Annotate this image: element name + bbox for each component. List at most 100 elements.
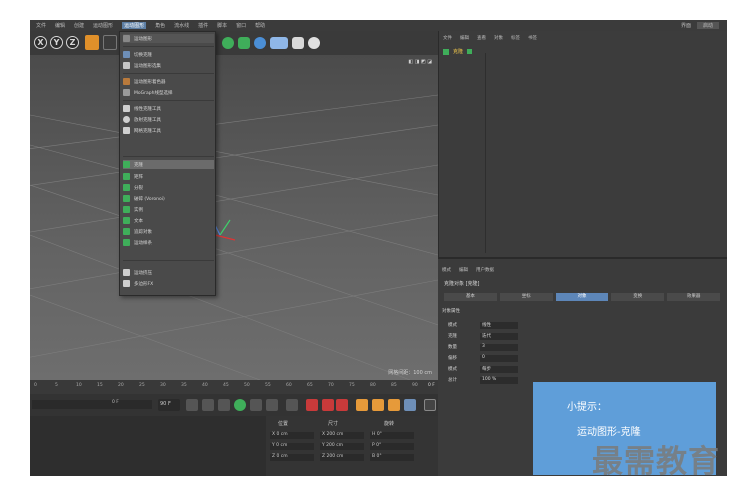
menu-help[interactable]: 帮助 [255,22,265,29]
menu-item-toggle-clone[interactable]: 切换克隆 [123,50,214,59]
menu-item-text[interactable]: 文本 [123,216,214,225]
z-axis-lock-button[interactable]: Z [66,36,79,49]
menu-create[interactable]: 创建 [74,22,84,29]
menu-window[interactable]: 窗口 [236,22,246,29]
subdivision-icon[interactable] [238,37,250,49]
timeline-tick: 25 [139,383,145,388]
menu-item-grid-clone-tool[interactable]: 网格克隆工具 [123,126,214,135]
rotation-header: 旋转 [384,421,395,427]
objmgr-menu-tags[interactable]: 标签 [511,35,520,41]
total-field[interactable]: 100 % [480,376,518,384]
auto-key-icon[interactable] [322,399,334,411]
menu-item-polyfx[interactable]: 多边形FX [123,279,214,288]
menu-character[interactable]: 角色 [155,22,165,29]
timeline-tick: 55 [265,383,271,388]
key-selection-icon[interactable] [336,399,348,411]
menu-item-label: 运动挤压 [134,270,152,276]
menu-file[interactable]: 文件 [36,22,46,29]
coordinate-system-icon[interactable] [85,35,99,50]
objmgr-menu-file[interactable]: 文件 [443,35,452,41]
attr-menu-userdata[interactable]: 用户数据 [476,267,494,273]
cube-primitive-icon[interactable] [222,37,234,49]
menu-mograph-1[interactable]: 运动图形 [93,22,113,29]
tab-object[interactable]: 对象 [555,293,609,301]
menu-edit[interactable]: 编辑 [55,22,65,29]
play-icon[interactable] [234,399,246,411]
menu-item-mospline[interactable]: 运动样条 [123,238,214,247]
menu-pipeline[interactable]: 流水线 [174,22,189,29]
objmgr-menu-objects[interactable]: 对象 [494,35,503,41]
menu-item-linear-select[interactable]: MoGraph线型选择 [123,88,214,97]
step-mode-select[interactable]: 每步 [480,365,518,373]
attr-menu-mode[interactable]: 模式 [442,267,451,273]
visibility-dot-icon[interactable] [467,49,473,54]
menu-item-mograph-shader[interactable]: 运动图形着色器 [123,77,214,86]
go-to-start-icon[interactable] [186,399,198,411]
position-z-field[interactable]: Z 0 cm [270,454,314,461]
deformer-icon[interactable] [254,37,266,49]
objmgr-menu-view[interactable]: 查看 [477,35,486,41]
rotation-h-field[interactable]: H 0° [370,432,414,439]
clones-select[interactable]: 迭代 [480,332,518,340]
position-y-field[interactable]: Y 0 cm [270,443,314,450]
position-x-field[interactable]: X 0 cm [270,432,314,439]
objmgr-menu-edit[interactable]: 编辑 [460,35,469,41]
attr-menu-edit[interactable]: 编辑 [459,267,468,273]
dropdown-header-label: 运动图形 [134,36,152,42]
rotation-p-field[interactable]: P 0° [370,443,414,450]
material-manager[interactable] [30,416,266,476]
tab-transform[interactable]: 变换 [611,293,665,301]
size-y-field[interactable]: Y 200 cm [320,443,364,450]
scale-key-icon[interactable] [372,399,384,411]
floor-icon[interactable] [270,37,288,49]
light-icon[interactable] [308,37,320,49]
menu-item-radial-clone-tool[interactable]: 放射克隆工具 [123,115,214,124]
object-row-cloner[interactable]: 克隆 [443,48,473,55]
x-axis-lock-button[interactable]: X [34,36,47,49]
menu-item-moextrude[interactable]: 运动挤压 [123,268,214,277]
next-key-icon[interactable] [266,399,278,411]
menu-mograph[interactable]: 运动图形 [122,22,147,29]
timeline-ruler[interactable]: 0 5 10 15 20 25 30 35 40 45 50 55 60 65 … [30,380,438,394]
camera-icon[interactable] [292,37,304,49]
timeline-menu-icon[interactable] [424,399,436,411]
menu-item-matrix[interactable]: 矩阵 [123,172,214,181]
menu-item-linear-clone-tool[interactable]: 线性克隆工具 [123,104,214,113]
dropdown-header[interactable]: 运动图形 [123,34,214,43]
3d-viewport[interactable]: ◧ ◨ ◩ ◪ 网格间距：100 cm [30,55,438,380]
next-frame-icon[interactable] [250,399,262,411]
count-field[interactable]: 3 [480,343,518,351]
layout-select[interactable]: 启动 [696,22,719,29]
menu-plugins[interactable]: 插件 [198,22,208,29]
offset-field[interactable]: 0 [480,354,518,362]
size-z-field[interactable]: Z 200 cm [320,454,364,461]
record-key-icon[interactable] [306,399,318,411]
menu-item-voronoi-fracture[interactable]: 破碎 (Voronoi) [123,194,214,203]
frame-end-field[interactable]: 90 F [158,399,180,411]
menu-item-fracture[interactable]: 分裂 [123,183,214,192]
tab-basic[interactable]: 基本 [444,293,497,301]
objmgr-menu-bookmarks[interactable]: 书签 [528,35,537,41]
menu-script[interactable]: 脚本 [217,22,227,29]
prev-frame-icon[interactable] [218,399,230,411]
mode-select[interactable]: 线性 [480,321,518,329]
tab-effectors[interactable]: 效果器 [667,293,720,301]
menu-item-mograph-selection[interactable]: 运动图形选集 [123,61,214,70]
go-to-end-icon[interactable] [286,399,298,411]
param-key-icon[interactable] [404,399,416,411]
rotation-b-field[interactable]: B 0° [370,454,414,461]
layout-switcher: 界面 启动 [681,22,719,29]
render-region-icon[interactable] [103,35,117,50]
position-key-icon[interactable] [356,399,368,411]
object-properties-header: 对象属性 [442,309,460,314]
y-axis-lock-button[interactable]: Y [50,36,63,49]
menu-item-instance[interactable]: 实例 [123,205,214,214]
menu-item-tracer[interactable]: 追踪对象 [123,227,214,236]
size-x-field[interactable]: X 200 cm [320,432,364,439]
frame-range-field[interactable]: 0 F [32,400,152,409]
timeline-tick: 45 [223,383,229,388]
prev-key-icon[interactable] [202,399,214,411]
tab-coord[interactable]: 坐标 [499,293,553,301]
menu-item-cloner[interactable]: 克隆 [123,160,214,169]
rotation-key-icon[interactable] [388,399,400,411]
